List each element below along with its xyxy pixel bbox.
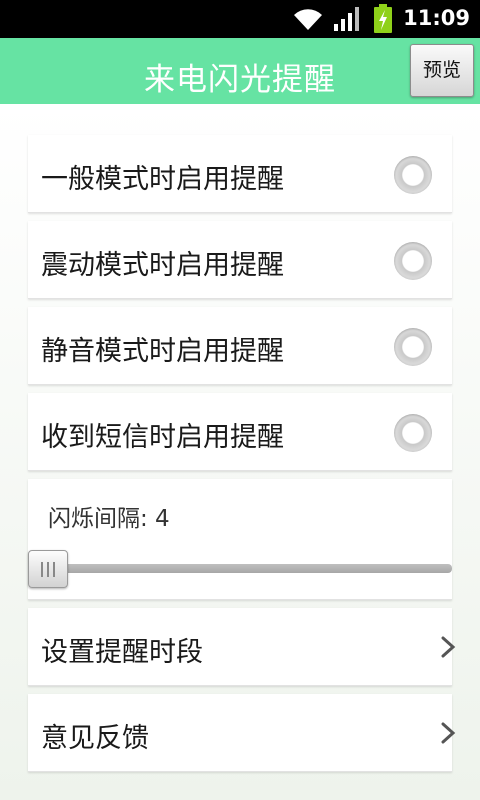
- settings-list: 一般模式时启用提醒 震动模式时启用提醒 静音模式时启用提醒 收到短信时启用提醒 …: [0, 104, 480, 800]
- toggle-row-vibrate-mode[interactable]: 震动模式时启用提醒: [28, 221, 452, 299]
- toggle-label: 收到短信时启用提醒: [41, 422, 284, 453]
- wifi-icon: [294, 9, 322, 31]
- preview-button[interactable]: 预览: [410, 44, 474, 97]
- toggle-row-silent-mode[interactable]: 静音模式时启用提醒: [28, 307, 452, 385]
- flash-interval-label: 闪烁间隔: 4: [48, 506, 170, 532]
- link-label: 意见反馈: [41, 723, 149, 754]
- grip-line: [41, 562, 43, 577]
- slider-thumb[interactable]: [28, 550, 68, 588]
- battery-charging-icon: [374, 4, 392, 33]
- toggle-row-normal-mode[interactable]: 一般模式时启用提醒: [28, 135, 452, 213]
- radio-button[interactable]: [394, 328, 432, 366]
- radio-button[interactable]: [394, 156, 432, 194]
- flash-interval-card: 闪烁间隔: 4: [28, 479, 452, 600]
- grip-line: [47, 562, 49, 577]
- signal-icon: [334, 7, 359, 31]
- toggle-label: 静音模式时启用提醒: [41, 336, 284, 367]
- flash-interval-slider[interactable]: [28, 564, 452, 573]
- chevron-right-icon: [441, 722, 456, 744]
- toggle-label: 震动模式时启用提醒: [41, 250, 284, 281]
- status-time: 11:09: [403, 6, 470, 30]
- page-title: 来电闪光提醒: [144, 62, 336, 98]
- status-bar: 11:09: [0, 0, 480, 38]
- chevron-right-icon: [441, 636, 456, 658]
- link-label: 设置提醒时段: [41, 637, 203, 668]
- grip-line: [53, 562, 55, 577]
- link-row-feedback[interactable]: 意见反馈: [28, 694, 456, 772]
- toggle-row-sms[interactable]: 收到短信时启用提醒: [28, 393, 452, 471]
- toggle-label: 一般模式时启用提醒: [41, 164, 284, 195]
- link-row-reminder-period[interactable]: 设置提醒时段: [28, 608, 456, 686]
- radio-button[interactable]: [394, 242, 432, 280]
- app-header: 来电闪光提醒 预览: [0, 38, 480, 104]
- radio-button[interactable]: [394, 414, 432, 452]
